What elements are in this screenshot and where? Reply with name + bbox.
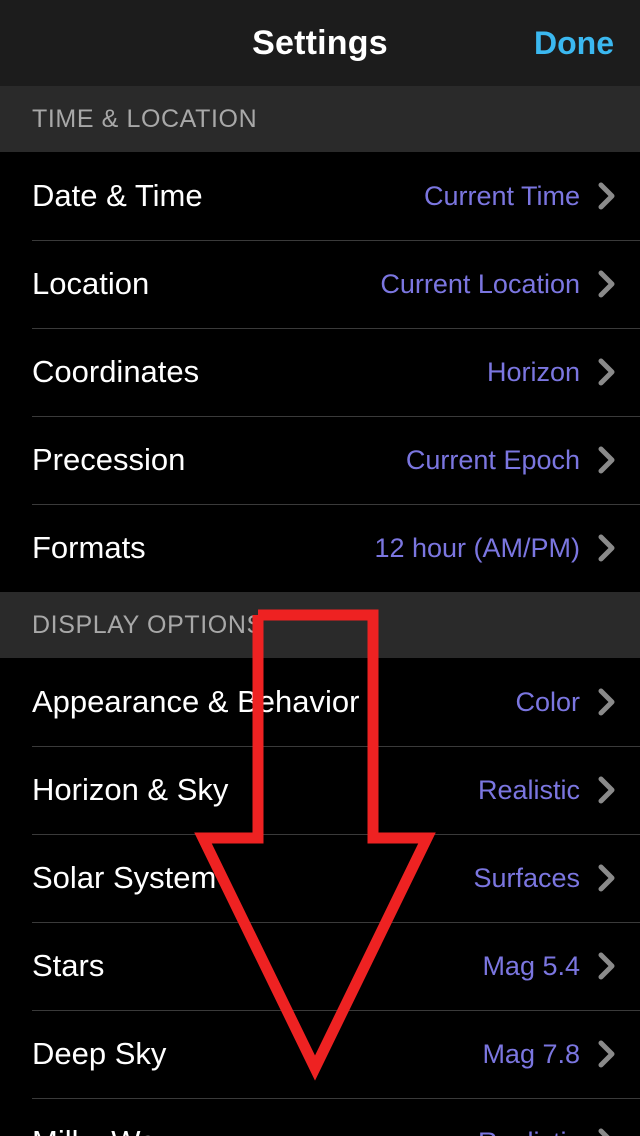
chevron-right-icon (596, 1037, 618, 1071)
settings-row[interactable]: Formats 12 hour (AM/PM) (0, 504, 640, 592)
settings-row-label: Precession (32, 442, 186, 477)
section-rows: Date & Time Current Time Location Current L… (0, 152, 640, 592)
settings-row[interactable]: Deep Sky Mag 7.8 (0, 1010, 640, 1098)
navigation-bar: Settings Done (0, 0, 640, 86)
page-title: Settings (252, 24, 388, 62)
settings-row-label: Location (32, 266, 150, 301)
settings-row-value: Color (515, 686, 580, 717)
settings-row-label: Horizon & Sky (32, 772, 229, 807)
chevron-right-icon (596, 861, 618, 895)
section-header: TIME & LOCATION (0, 86, 640, 152)
settings-row[interactable]: Horizon & Sky Realistic (0, 746, 640, 834)
settings-row[interactable]: Date & Time Current Time (0, 152, 640, 240)
settings-row-label: Deep Sky (32, 1036, 167, 1071)
settings-row-value: Mag 5.4 (482, 950, 580, 981)
chevron-right-icon (596, 949, 618, 983)
section-header-label: DISPLAY OPTIONS (32, 610, 264, 639)
section-header-label: TIME & LOCATION (32, 104, 258, 133)
settings-row[interactable]: Solar System Surfaces (0, 834, 640, 922)
settings-row-label: Coordinates (32, 354, 200, 389)
settings-row-value: 12 hour (AM/PM) (374, 532, 580, 563)
chevron-right-icon (596, 773, 618, 807)
section-rows: Appearance & Behavior Color Horizon & Sky R… (0, 658, 640, 1136)
chevron-right-icon (596, 1125, 618, 1136)
settings-row[interactable]: Location Current Location (0, 240, 640, 328)
settings-row-label: Appearance & Behavior (32, 684, 360, 719)
settings-row[interactable]: Coordinates Horizon (0, 328, 640, 416)
settings-row-label: Solar System (32, 860, 217, 895)
chevron-right-icon (596, 355, 618, 389)
chevron-right-icon (596, 267, 618, 301)
settings-row-label: Stars (32, 948, 105, 983)
settings-row-label: Formats (32, 530, 146, 565)
settings-row-value: Realistic (478, 1127, 580, 1136)
settings-row-value: Surfaces (473, 862, 580, 893)
settings-screen: Settings Done TIME & LOCATION Date & Time… (0, 0, 640, 1136)
chevron-right-icon (596, 179, 618, 213)
settings-row-value: Realistic (477, 774, 580, 805)
settings-row[interactable]: Milky Way Realistic (0, 1098, 640, 1136)
settings-row-value: Mag 7.8 (482, 1038, 580, 1069)
settings-row-value: Current Time (423, 180, 580, 211)
chevron-right-icon (596, 685, 618, 719)
settings-row-value: Current Epoch (405, 444, 580, 475)
chevron-right-icon (596, 531, 618, 565)
settings-row[interactable]: Precession Current Epoch (0, 416, 640, 504)
settings-row-label: Milky Way (32, 1124, 172, 1136)
section-header: DISPLAY OPTIONS (0, 592, 640, 658)
chevron-right-icon (596, 443, 618, 477)
settings-row-label: Date & Time (32, 178, 203, 213)
settings-list: TIME & LOCATION Date & Time Current Time Lo… (0, 86, 640, 1136)
settings-row[interactable]: Appearance & Behavior Color (0, 658, 640, 746)
done-button[interactable]: Done (534, 0, 614, 86)
settings-row[interactable]: Stars Mag 5.4 (0, 922, 640, 1010)
settings-row-value: Current Location (380, 268, 580, 299)
settings-row-value: Horizon (486, 356, 580, 387)
